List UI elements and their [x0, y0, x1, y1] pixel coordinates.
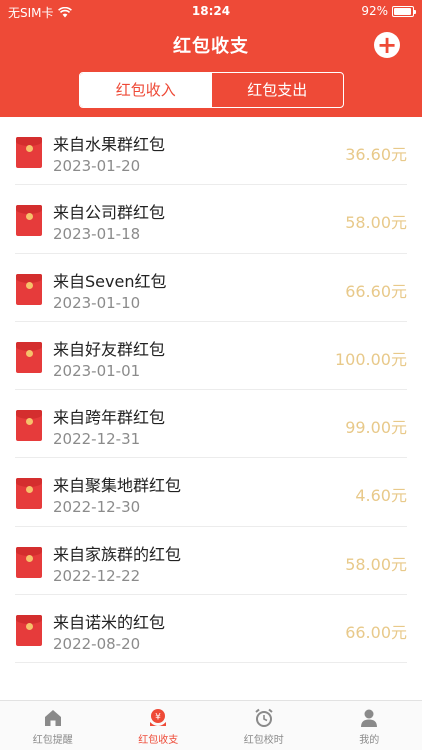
person-icon	[361, 709, 378, 727]
record-amount: 99.00元	[345, 418, 407, 438]
red-envelope-icon	[16, 615, 42, 647]
tab-label: 我的	[359, 735, 380, 746]
battery-icon	[392, 5, 416, 17]
page-title: 红包收支	[173, 36, 249, 57]
record-amount: 58.00元	[345, 213, 407, 233]
red-envelope-icon	[16, 478, 42, 510]
tab-reminder[interactable]: 红包提醒	[0, 701, 106, 750]
status-time: 18:24	[191, 4, 231, 18]
list-item[interactable]: 来自家族群的红包 2022-12-22 58.00元	[15, 527, 407, 596]
tab-income-expense[interactable]: ¥ 红包收支	[106, 701, 212, 750]
list-item[interactable]: 来自诺米的红包 2022-08-20 66.00元	[15, 595, 407, 664]
status-bar: 无SIM卡 18:24 92%	[0, 0, 422, 24]
record-title: 来自公司群红包	[53, 203, 166, 223]
red-envelope-icon	[16, 341, 42, 373]
alarm-clock-icon	[255, 708, 273, 727]
record-title: 来自好友群红包	[53, 339, 166, 359]
list-item[interactable]: 来自聚集地群红包 2022-12-30 4.60元	[15, 458, 407, 527]
record-date: 2023-01-20	[53, 157, 141, 175]
tab-timing[interactable]: 红包校时	[211, 701, 317, 750]
record-title: 来自Seven红包	[53, 271, 167, 291]
record-title: 来自聚集地群红包	[53, 476, 182, 496]
record-date: 2022-12-31	[53, 430, 141, 449]
red-envelope-icon	[16, 546, 42, 578]
home-icon	[44, 710, 61, 726]
tab-mine[interactable]: 我的	[317, 701, 422, 750]
list-item[interactable]: 来自水果群红包 2023-01-20 36.60元	[15, 117, 407, 186]
segment-control: 红包收入 红包支出	[79, 72, 344, 108]
red-packet-icon: ¥	[150, 709, 167, 726]
header-bar: 无SIM卡 18:24 92% 红包收支 + 红包收入 红包支出	[0, 0, 422, 117]
tab-label: 红包提醒	[32, 735, 73, 746]
list-item[interactable]: 来自公司群红包 2023-01-18 58.00元	[15, 185, 407, 254]
record-date: 2023-01-10	[53, 293, 141, 312]
record-amount: 100.00元	[335, 349, 407, 369]
tab-label: 红包收支	[138, 735, 179, 746]
segment-expense[interactable]: 红包支出	[212, 73, 344, 107]
record-date: 2023-01-01	[53, 361, 141, 380]
red-envelope-icon	[16, 273, 42, 305]
add-button[interactable]: +	[374, 32, 400, 58]
record-date: 2023-01-18	[53, 225, 141, 244]
record-date: 2022-12-22	[53, 566, 141, 585]
red-envelope-icon	[16, 205, 42, 237]
list-item[interactable]: 来自Seven红包 2023-01-10 66.60元	[15, 254, 407, 322]
record-amount: 36.60元	[345, 145, 407, 164]
record-title: 来自诺米的红包	[53, 613, 166, 633]
segment-income[interactable]: 红包收入	[80, 73, 212, 107]
record-amount: 66.00元	[345, 623, 407, 643]
svg-text:¥: ¥	[155, 713, 161, 723]
record-title: 来自跨年群红包	[53, 408, 166, 428]
tab-label: 红包校时	[243, 735, 284, 746]
record-list: 来自水果群红包 2023-01-20 36.60元来自公司群红包 2023-01-18…	[0, 117, 422, 664]
record-amount: 4.60元	[355, 486, 407, 506]
record-date: 2022-12-30	[53, 498, 141, 517]
tab-bar: 红包提醒 ¥ 红包收支 红包校时 我的	[0, 700, 422, 750]
record-title: 来自水果群红包	[53, 135, 166, 154]
red-envelope-icon	[16, 137, 42, 168]
list-item[interactable]: 来自好友群红包 2023-01-01 100.00元	[15, 322, 407, 391]
list-item[interactable]: 来自跨年群红包 2022-12-31 99.00元	[15, 390, 407, 459]
record-title: 来自家族群的红包	[53, 544, 182, 564]
battery-percent: 92%	[361, 4, 388, 18]
record-amount: 58.00元	[345, 554, 407, 574]
plus-icon: +	[376, 31, 398, 59]
red-envelope-icon	[16, 410, 42, 442]
record-amount: 66.60元	[345, 281, 407, 301]
record-date: 2022-08-20	[53, 635, 141, 654]
